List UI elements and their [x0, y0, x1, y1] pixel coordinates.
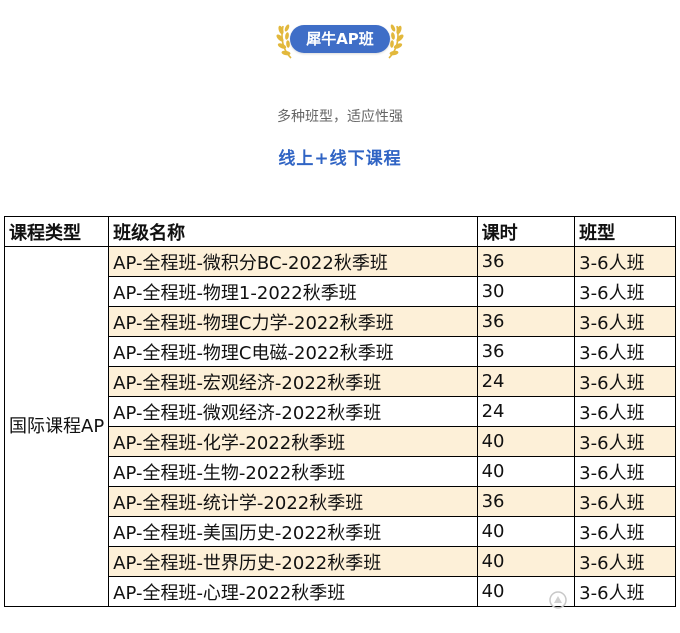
class-type-cell: 3-6人班	[574, 276, 676, 307]
hours-cell: 40	[476, 426, 576, 457]
class-type-cell: 3-6人班	[574, 396, 676, 427]
header-class-name: 班级名称	[108, 216, 478, 247]
hours-cell: 24	[476, 366, 576, 397]
header-hours: 课时	[476, 216, 576, 247]
hours-cell: 40	[476, 456, 576, 487]
class-type-cell: 3-6人班	[574, 336, 676, 367]
hours-cell: 40	[476, 516, 576, 547]
class-name-cell: AP-全程班-物理1-2022秋季班	[108, 276, 478, 307]
table-row: 国际课程AP AP-全程班-微积分BC-2022秋季班 36 3-6人班	[3, 246, 676, 607]
class-type-cell: 3-6人班	[574, 426, 676, 457]
class-name-cell: AP-全程班-美国历史-2022秋季班	[108, 516, 478, 547]
hours-cell: 36	[476, 486, 576, 517]
title-badge: 犀牛AP班	[275, 16, 405, 62]
class-type-cell: 3-6人班	[574, 576, 676, 607]
class-name-cell: AP-全程班-化学-2022秋季班	[108, 426, 478, 457]
class-type-cell: 3-6人班	[574, 456, 676, 487]
hours-cell: 24	[476, 396, 576, 427]
class-name-cell: AP-全程班-宏观经济-2022秋季班	[108, 366, 478, 397]
course-table: 课程类型 班级名称 课时 班型 国际课程AP AP-全程班-微积分BC-2022…	[3, 216, 676, 607]
badge-label: 犀牛AP班	[290, 25, 390, 53]
headline: 线上+线下课程	[278, 149, 402, 169]
class-type-cell: 3-6人班	[574, 516, 676, 547]
hours-cell: 30	[476, 276, 576, 307]
class-name-cell: AP-全程班-微观经济-2022秋季班	[108, 396, 478, 427]
class-name-cell: AP-全程班-统计学-2022秋季班	[108, 486, 478, 517]
subtitle: 多种班型，适应性强	[277, 109, 403, 125]
hours-cell: 36	[476, 246, 576, 277]
header-course-type: 课程类型	[3, 216, 110, 247]
class-type-cell: 3-6人班	[574, 546, 676, 577]
hours-cell: 40	[476, 546, 576, 577]
class-type-cell: 3-6人班	[574, 486, 676, 517]
class-type-cell: 3-6人班	[574, 246, 676, 277]
header-class-type: 班型	[574, 216, 676, 247]
watermark-logo-icon	[549, 591, 567, 609]
class-type-cell: 3-6人班	[574, 366, 676, 397]
class-name-cell: AP-全程班-物理C电磁-2022秋季班	[108, 336, 478, 367]
hours-cell: 36	[476, 336, 576, 367]
table-header-row: 课程类型 班级名称 课时 班型	[3, 216, 676, 247]
class-name-cell: AP-全程班-微积分BC-2022秋季班	[108, 246, 478, 277]
class-name-cell: AP-全程班-心理-2022秋季班	[108, 576, 478, 607]
class-name-cell: AP-全程班-生物-2022秋季班	[108, 456, 478, 487]
class-type-cell: 3-6人班	[574, 306, 676, 337]
class-name-cell: AP-全程班-世界历史-2022秋季班	[108, 546, 478, 577]
hours-cell: 36	[476, 306, 576, 337]
course-type-cell: 国际课程AP	[3, 246, 110, 607]
class-name-cell: AP-全程班-物理C力学-2022秋季班	[108, 306, 478, 337]
